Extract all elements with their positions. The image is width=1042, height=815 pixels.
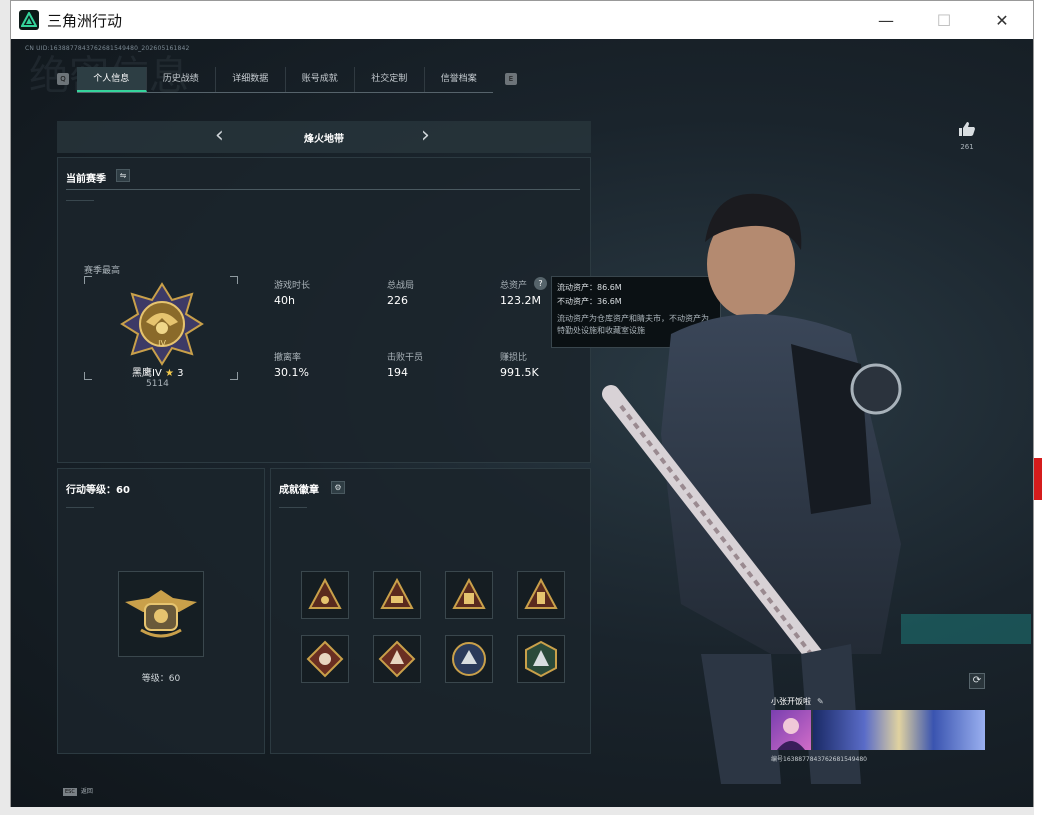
badge-settings-icon[interactable]: ⚙ bbox=[331, 481, 345, 494]
tab-profile[interactable]: 个人信息 bbox=[77, 67, 147, 92]
minimize-button[interactable]: — bbox=[857, 1, 915, 39]
stat-label: 总资产 bbox=[500, 281, 528, 291]
stat-value: 226 bbox=[387, 294, 408, 307]
diamond-badge-icon bbox=[306, 640, 344, 678]
badge-item[interactable] bbox=[445, 571, 493, 619]
uid-text: CN UID:1638877843762681549480_2026051618… bbox=[25, 45, 190, 52]
rank-emblem-icon: IV bbox=[120, 282, 204, 370]
badges-panel: 成就徽章 ⚙ bbox=[270, 468, 591, 754]
rank-name: 黑鹰IV bbox=[132, 368, 162, 379]
triangle-badge-icon bbox=[380, 577, 414, 609]
triangle-badge-icon bbox=[452, 577, 486, 609]
app-window: 三角洲行动 — ☐ ✕ 绝密信息 CN UID:1638877843762681… bbox=[10, 0, 1034, 807]
season-best-label: 赛季最高 bbox=[84, 266, 121, 276]
badge-item[interactable] bbox=[301, 635, 349, 683]
stat-value: 123.2M bbox=[500, 294, 541, 307]
stat-label: 赚损比 bbox=[500, 353, 528, 363]
svg-text:IV: IV bbox=[158, 339, 166, 348]
stat-value: 40h bbox=[274, 294, 295, 307]
badge-item[interactable] bbox=[373, 635, 421, 683]
season-panel: 当前赛季 ⇋ 赛季最高 IV 黑鹰IV ★ 3 5114 游戏时长 40h 总战… bbox=[57, 157, 591, 463]
window-title: 三角洲行动 bbox=[47, 11, 123, 30]
round-badge-icon bbox=[452, 642, 486, 676]
rank-name-row: 黑鹰IV ★ 3 bbox=[132, 364, 184, 379]
edit-name-icon[interactable]: ✎ bbox=[817, 697, 824, 706]
tab-reputation[interactable]: 信誉档案 bbox=[425, 67, 494, 92]
level-caption: 等级：60 bbox=[141, 674, 181, 684]
background-window-edge bbox=[1034, 0, 1042, 815]
esc-label: 返回 bbox=[80, 788, 93, 795]
close-button[interactable]: ✕ bbox=[973, 1, 1031, 39]
avatar[interactable] bbox=[771, 710, 811, 750]
season-title: 当前赛季 bbox=[66, 174, 106, 185]
esc-key: ESC bbox=[63, 788, 77, 796]
helicopter-emblem-icon bbox=[125, 590, 197, 638]
prev-tab-key[interactable]: Q bbox=[57, 73, 69, 85]
rank-score: 5114 bbox=[146, 379, 169, 389]
badge-item[interactable] bbox=[301, 571, 349, 619]
badge-item[interactable] bbox=[517, 571, 565, 619]
level-emblem-frame bbox=[118, 571, 204, 657]
refresh-icon[interactable]: ⟳ bbox=[969, 673, 985, 689]
season-swap-button[interactable]: ⇋ bbox=[116, 169, 130, 182]
stat-value: 991.5K bbox=[500, 366, 539, 379]
divider bbox=[66, 189, 580, 190]
rank-stars: 3 bbox=[177, 368, 184, 379]
mode-selector: ‹ 烽火地带 › bbox=[57, 121, 591, 153]
frame-corner bbox=[84, 276, 92, 284]
tab-achievements[interactable]: 账号成就 bbox=[286, 67, 355, 92]
triangle-badge-icon bbox=[524, 577, 558, 609]
badge-item[interactable] bbox=[517, 635, 565, 683]
stat-value: 194 bbox=[387, 366, 408, 379]
badge-item[interactable] bbox=[373, 571, 421, 619]
badge-item[interactable] bbox=[445, 635, 493, 683]
mode-next-button[interactable]: › bbox=[421, 124, 430, 148]
divider bbox=[66, 507, 94, 508]
diamond-badge-icon bbox=[378, 640, 416, 678]
thumbs-up-icon bbox=[959, 122, 975, 136]
esc-hint[interactable]: ESC 返回 bbox=[63, 786, 93, 796]
help-icon[interactable]: ? bbox=[534, 277, 547, 290]
stat-label: 击败干员 bbox=[387, 353, 424, 363]
mode-label: 烽火地带 bbox=[304, 134, 344, 145]
tab-history[interactable]: 历史战绩 bbox=[147, 67, 216, 92]
avatar-portrait-icon bbox=[777, 718, 805, 750]
frame-corner bbox=[84, 372, 92, 380]
like-button[interactable]: 261 bbox=[957, 121, 977, 151]
player-id: 编号1638877843762681549480 bbox=[771, 756, 867, 763]
tab-details[interactable]: 详细数据 bbox=[216, 67, 286, 92]
like-count: 261 bbox=[960, 143, 974, 151]
background-red-tab bbox=[1034, 458, 1042, 500]
badges-title: 成就徽章 bbox=[279, 485, 319, 496]
level-panel: 行动等级：60 等级：60 bbox=[57, 468, 265, 754]
triangle-badge-icon bbox=[308, 577, 342, 609]
stat-label: 游戏时长 bbox=[274, 281, 311, 291]
profile-card[interactable]: 小张开饭啦 ✎ 编号1638877843762681549480 bbox=[771, 696, 985, 763]
operator-character-image bbox=[602, 193, 1031, 784]
stat-value: 30.1% bbox=[274, 366, 309, 379]
tab-bar: 个人信息 历史战绩 详细数据 账号成就 社交定制 信誉档案 bbox=[77, 67, 493, 93]
stat-label: 撤离率 bbox=[274, 353, 302, 363]
player-name: 小张开饭啦 bbox=[771, 697, 811, 706]
app-logo-icon bbox=[19, 10, 39, 30]
divider bbox=[66, 200, 94, 201]
stat-label: 总战局 bbox=[387, 281, 415, 291]
star-icon: ★ bbox=[164, 368, 174, 379]
game-view: 绝密信息 CN UID:1638877843762681549480_20260… bbox=[11, 39, 1033, 807]
maximize-button[interactable]: ☐ bbox=[915, 1, 973, 39]
level-title: 行动等级：60 bbox=[66, 485, 130, 496]
tab-social[interactable]: 社交定制 bbox=[355, 67, 425, 92]
frame-corner bbox=[230, 372, 238, 380]
divider bbox=[279, 507, 307, 508]
title-bar[interactable]: 三角洲行动 — ☐ ✕ bbox=[11, 1, 1033, 39]
profile-banner bbox=[813, 710, 985, 750]
frame-corner bbox=[230, 276, 238, 284]
hex-badge-icon bbox=[525, 640, 557, 678]
next-tab-key[interactable]: E bbox=[505, 73, 517, 85]
